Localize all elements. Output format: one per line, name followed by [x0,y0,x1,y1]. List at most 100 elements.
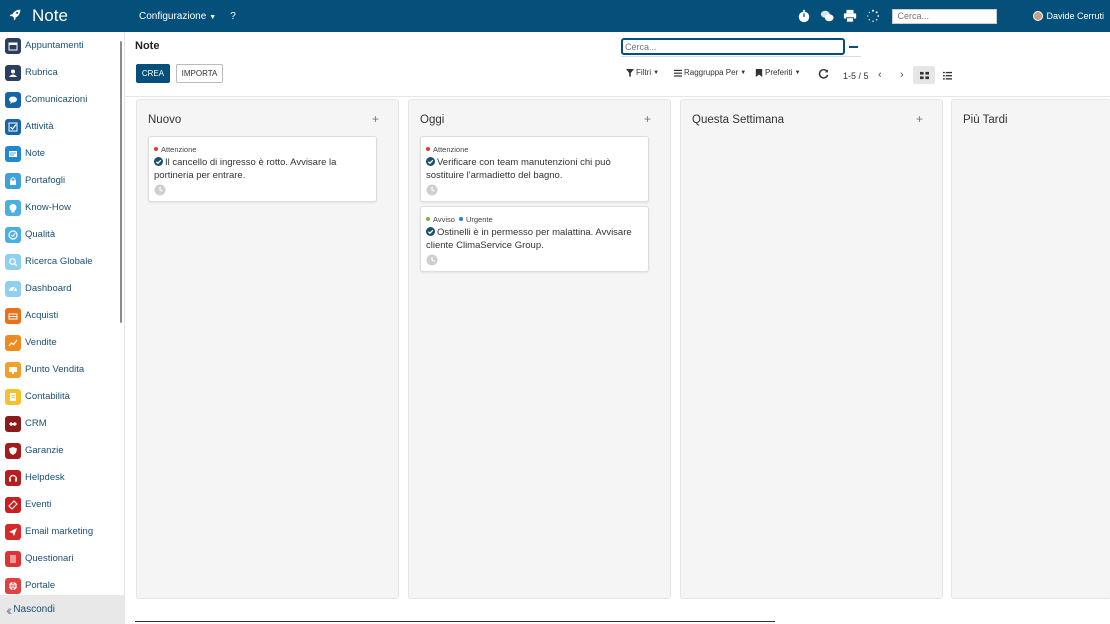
sidebar-item-label: Vendite [25,337,57,348]
import-button[interactable]: IMPORTA [176,64,223,83]
kanban-board: Nuovo + Attenzione Il cancello di ingres… [125,97,1110,624]
head-icon [5,199,21,216]
filters-dropdown[interactable]: Filtri ▼ [626,68,659,77]
kanban-column-nuovo[interactable]: Nuovo + Attenzione Il cancello di ingres… [136,99,399,599]
menu-help[interactable]: ? [230,11,236,22]
sidebar-item-acquisti[interactable]: Acquisti [0,302,124,329]
checkbox-icon [5,118,21,135]
sidebar-item-label: Portafogli [25,175,66,186]
sidebar-item-garanzie[interactable]: Garanzie [0,437,124,464]
column-add-icon[interactable]: + [916,112,923,126]
lock-icon [5,172,21,189]
user-menu[interactable]: Davide Cerruti [1033,11,1104,21]
check-circle-icon[interactable] [426,157,435,166]
clock-icon[interactable] [426,254,438,266]
note-card[interactable]: Attenzione Il cancello di ingresso è rot… [148,136,377,202]
bars-icon [674,69,682,77]
sidebar-item-email-marketing[interactable]: Email marketing [0,518,124,545]
sidebar-item-qualità[interactable]: Qualità [0,221,124,248]
gauge-icon [5,280,21,297]
sidebar-item-helpdesk[interactable]: Helpdesk [0,464,124,491]
cart-icon [5,307,21,324]
chat-icon [5,91,21,108]
list-view-button[interactable] [936,66,958,84]
kanban-view-button[interactable] [913,66,935,84]
column-add-icon[interactable]: + [644,112,651,126]
sidebar-item-know-how[interactable]: Know-How [0,194,124,221]
clock-icon[interactable] [154,184,166,196]
chevron-right-icon[interactable]: › [900,69,904,81]
app-brand[interactable]: Note [0,6,125,26]
sidebar-item-label: Qualità [25,229,56,240]
shield-icon [5,442,21,459]
sidebar-item-eventi[interactable]: Eventi [0,491,124,518]
sidebar-item-appuntamenti[interactable]: Appuntamenti [0,32,124,59]
tag-dot [426,217,430,221]
sidebar-item-questionari[interactable]: Questionari [0,545,124,572]
tag-badge: Avviso [426,215,455,224]
column-title: Oggi [420,114,445,126]
tag-label: Urgente [465,214,493,224]
check-circle-icon[interactable] [154,157,163,166]
sidebar-item-note[interactable]: Note [0,140,124,167]
sidebar-hide-label: Nascondi [13,604,56,615]
note-card[interactable]: Avviso Urgente Ostinelli è in permesso p… [420,206,649,272]
sidebar-item-label: Email marketing [25,526,94,537]
sidebar-item-contabilità[interactable]: Contabilità [0,383,124,410]
check-circle-icon[interactable] [426,227,435,236]
paper-plane-icon [5,523,21,540]
sidebar-item-rubrica[interactable]: Rubrica [0,59,124,86]
funnel-icon [626,68,634,77]
column-title: Questa Settimana [692,114,785,126]
tag-dot [426,147,430,151]
sidebar-item-ricerca-globale[interactable]: Ricerca Globale [0,248,124,275]
column-add-icon[interactable]: + [372,112,379,126]
refresh-icon[interactable] [818,68,829,82]
group-by-dropdown[interactable]: Raggruppa Per ▼ [674,68,746,77]
sidebar-item-label: Questionari [25,553,74,564]
search-input[interactable] [621,38,845,55]
create-button[interactable]: CREA [136,64,170,83]
kanban-column-piu-tardi[interactable]: Più Tardi [951,99,1110,599]
column-title: Nuovo [148,114,182,126]
monitor-icon [5,361,21,378]
sidebar: Appuntamenti Rubrica Comunicazioni Attività… [0,32,125,624]
clock-icon[interactable] [426,184,438,196]
sidebar-item-label: Appuntamenti [25,40,84,51]
stopwatch-icon[interactable] [797,9,811,23]
kanban-column-questa-settimana[interactable]: Questa Settimana + [680,99,943,599]
sidebar-item-portafogli[interactable]: Portafogli [0,167,124,194]
favorites-dropdown[interactable]: Preferiti ▼ [755,68,801,77]
note-card[interactable]: Attenzione Verificare con team manutenzi… [420,136,649,202]
sidebar-item-label: Comunicazioni [25,94,88,105]
chat-bubbles-icon[interactable] [820,9,835,23]
sidebar-item-attività[interactable]: Attività [0,113,124,140]
global-search-input[interactable] [892,8,998,24]
sidebar-item-label: Know-How [25,202,71,213]
sidebar-item-label: Attività [25,121,54,132]
list-icon [942,71,952,80]
sidebar-item-label: Note [25,148,46,159]
sidebar-item-punto-vendita[interactable]: Punto Vendita [0,356,124,383]
sidebar-list: Appuntamenti Rubrica Comunicazioni Attività… [0,32,124,599]
menu-configurazione[interactable]: Configurazione ▼ [139,11,216,22]
kanban-column-oggi[interactable]: Oggi + Attenzione Verificare con team ma… [408,99,671,599]
printer-icon[interactable] [843,9,857,23]
sidebar-item-label: Acquisti [25,310,59,321]
sidebar-item-crm[interactable]: CRM [0,410,124,437]
sidebar-scrollbar[interactable] [120,41,122,323]
chevron-left-icon[interactable]: ‹ [878,69,882,81]
caret-down-icon: ▼ [209,13,217,21]
sidebar-item-label: Eventi [25,499,52,510]
contacts-icon [5,64,21,81]
ticket-icon [5,496,21,513]
sidebar-item-dashboard[interactable]: Dashboard [0,275,124,302]
search-dash [849,46,858,48]
sidebar-item-comunicazioni[interactable]: Comunicazioni [0,86,124,113]
filters-label: Filtri [636,68,652,77]
sidebar-hide-button[interactable]: ‹‹ Nascondi [0,595,125,624]
list-icon [5,550,21,567]
pager-value[interactable]: 1-5 / 5 [843,71,869,81]
sidebar-item-label: Portale [25,580,56,591]
sidebar-item-vendite[interactable]: Vendite [0,329,124,356]
